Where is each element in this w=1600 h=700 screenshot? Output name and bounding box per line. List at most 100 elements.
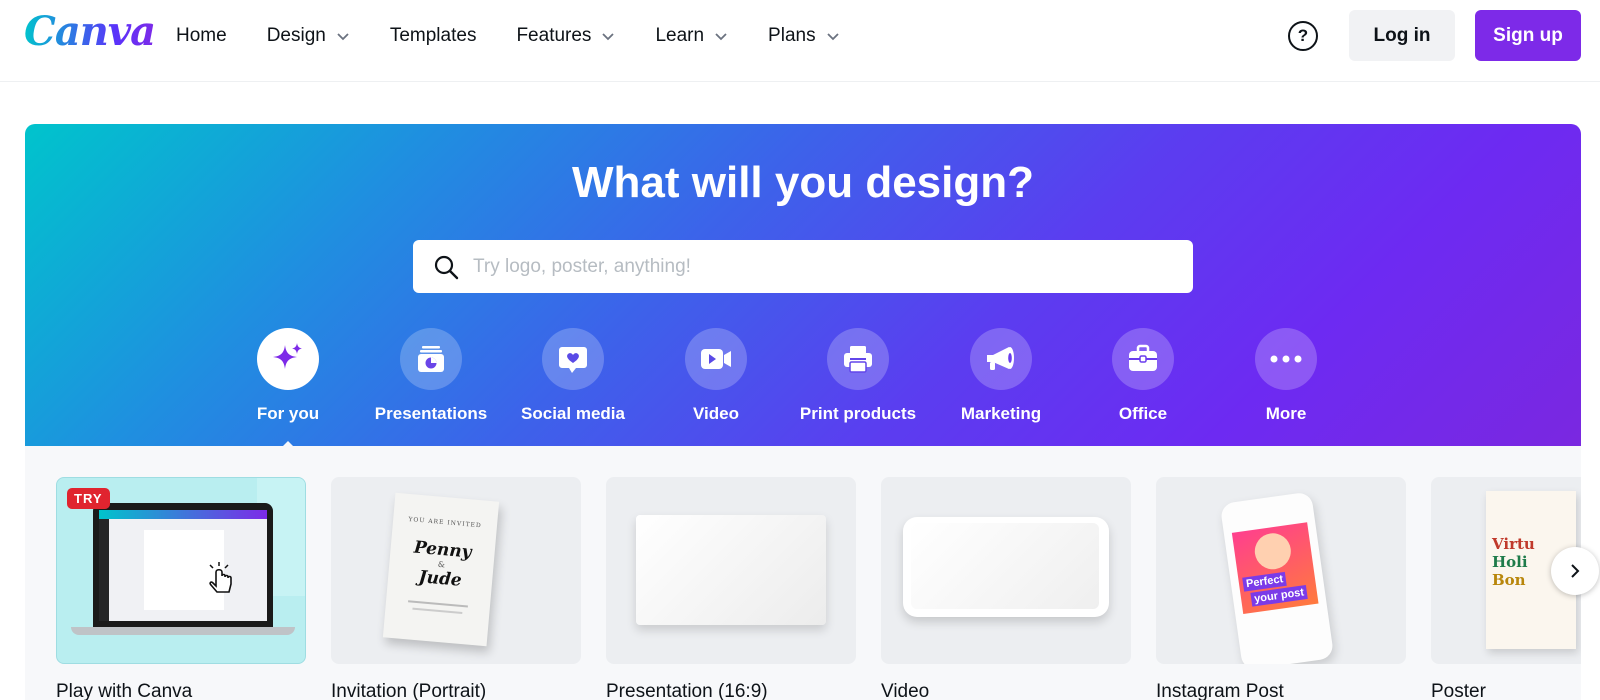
- nav-plans-label: Plans: [768, 25, 816, 46]
- chevron-down-icon: [826, 33, 839, 41]
- invitation-line: [408, 600, 468, 608]
- category-icon-wrap: [685, 328, 747, 390]
- megaphone-icon: [987, 347, 1014, 370]
- card-thumbnail: Perfect your post: [1156, 477, 1406, 664]
- category-for-you[interactable]: For you: [213, 328, 363, 424]
- category-icon-wrap: [827, 328, 889, 390]
- category-video[interactable]: Video: [641, 328, 791, 424]
- help-icon: ?: [1297, 26, 1309, 45]
- post-photo: [1252, 530, 1294, 572]
- sparkle-icon: [273, 343, 302, 369]
- laptop-screen: [93, 503, 273, 627]
- category-icon-wrap: [1255, 328, 1317, 390]
- card-title: Play with Canva: [56, 681, 193, 700]
- category-icon-wrap: [257, 328, 319, 390]
- category-icon-wrap: [400, 328, 462, 390]
- search-bar[interactable]: [413, 240, 1193, 293]
- category-icon-wrap: [542, 328, 604, 390]
- presentation-icon: [418, 346, 444, 372]
- card-thumbnail: TRY: [56, 477, 306, 664]
- design-suggestions: TRY Play with Canva YOU ARE INVITED Penn…: [25, 446, 1581, 700]
- category-print-products[interactable]: Print products: [783, 328, 933, 424]
- login-button[interactable]: Log in: [1349, 10, 1455, 61]
- hero-banner: What will you design? For you: [25, 124, 1581, 446]
- phone-mockup: Perfect your post: [1219, 491, 1335, 664]
- category-more[interactable]: More: [1211, 328, 1361, 424]
- poster-text-2: Holi: [1492, 553, 1528, 571]
- category-icon-wrap: [1112, 328, 1174, 390]
- nav-home-label: Home: [176, 25, 227, 46]
- card-thumbnail: [881, 477, 1131, 664]
- card-instagram-post[interactable]: Perfect your post Instagram Post: [1156, 477, 1406, 700]
- nav-features[interactable]: Features: [516, 25, 615, 47]
- canva-logo[interactable]: Canva: [24, 8, 156, 55]
- card-title: Instagram Post: [1156, 681, 1284, 700]
- hand-cursor-icon: [209, 562, 232, 593]
- laptop-base: [71, 627, 295, 635]
- category-label: Marketing: [960, 404, 1042, 423]
- category-row: For you Presentations Social media Video…: [25, 328, 1581, 446]
- carousel-next-button[interactable]: [1551, 547, 1599, 595]
- nav-plans[interactable]: Plans: [768, 25, 840, 47]
- editor-topbar: [99, 510, 267, 519]
- category-label: Print products: [799, 404, 917, 423]
- post-image: Perfect your post: [1231, 522, 1319, 615]
- search-icon: [434, 255, 459, 279]
- card-play-with-canva[interactable]: TRY Play with Canva: [56, 477, 306, 700]
- card-presentation-16-9[interactable]: Presentation (16:9): [606, 477, 856, 700]
- top-header: Canva Home Design Templates Features Lea…: [0, 0, 1600, 82]
- try-badge: TRY: [67, 488, 110, 509]
- category-marketing[interactable]: Marketing: [926, 328, 1076, 424]
- category-label: Presentations: [374, 404, 488, 423]
- category-social-media[interactable]: Social media: [498, 328, 648, 424]
- signup-button[interactable]: Sign up: [1475, 10, 1581, 61]
- laptop-canvas: [99, 510, 267, 621]
- category-label: Office: [1118, 404, 1168, 423]
- chevron-down-icon: [602, 33, 615, 41]
- nav-features-label: Features: [516, 25, 592, 46]
- search-input[interactable]: [473, 255, 1153, 278]
- invitation-card: YOU ARE INVITED Penny & Jude: [382, 492, 500, 647]
- hero-title: What will you design?: [572, 158, 1034, 207]
- main-nav: Home Design Templates Features Learn Pla…: [176, 0, 880, 72]
- nav-design[interactable]: Design: [267, 25, 350, 47]
- card-invitation-portrait[interactable]: YOU ARE INVITED Penny & Jude Invitation …: [331, 477, 581, 700]
- printer-icon: [844, 346, 872, 373]
- heart-bubble-icon: [559, 347, 587, 373]
- category-label: Video: [693, 404, 739, 423]
- category-icon-wrap: [970, 328, 1032, 390]
- category-presentations[interactable]: Presentations: [356, 328, 506, 424]
- chevron-right-icon: [1571, 564, 1580, 578]
- nav-learn-label: Learn: [655, 25, 705, 46]
- invitation-heading: YOU ARE INVITED: [408, 515, 483, 530]
- presentation-slide: [636, 515, 826, 625]
- video-camera-icon: [701, 349, 731, 369]
- poster-text-3: Bon: [1492, 571, 1526, 589]
- nav-design-label: Design: [266, 25, 326, 46]
- card-title: Poster: [1431, 681, 1486, 700]
- chevron-down-icon: [337, 33, 349, 41]
- category-label: For you: [256, 404, 320, 423]
- help-button[interactable]: ?: [1288, 21, 1318, 51]
- card-thumbnail: [606, 477, 856, 664]
- card-title: Presentation (16:9): [606, 681, 768, 700]
- nav-learn[interactable]: Learn: [655, 25, 728, 47]
- nav-templates-label: Templates: [389, 25, 477, 46]
- chevron-down-icon: [715, 33, 727, 41]
- category-label: More: [1265, 404, 1307, 423]
- nav-home[interactable]: Home: [176, 25, 227, 47]
- card-video[interactable]: Video: [881, 477, 1131, 700]
- briefcase-icon: [1129, 344, 1157, 371]
- card-title: Video: [881, 681, 930, 700]
- video-screen: [911, 523, 1099, 609]
- category-label: Social media: [521, 404, 625, 423]
- nav-templates[interactable]: Templates: [390, 25, 477, 47]
- video-device: [903, 517, 1109, 617]
- poster-text-1: Virtu: [1492, 535, 1535, 553]
- category-office[interactable]: Office: [1068, 328, 1218, 424]
- more-dots-icon: [1270, 355, 1302, 363]
- card-title: Invitation (Portrait): [331, 681, 487, 700]
- invitation-line: [412, 607, 463, 615]
- card-thumbnail: YOU ARE INVITED Penny & Jude: [331, 477, 581, 664]
- editor-sidebar: [99, 519, 109, 621]
